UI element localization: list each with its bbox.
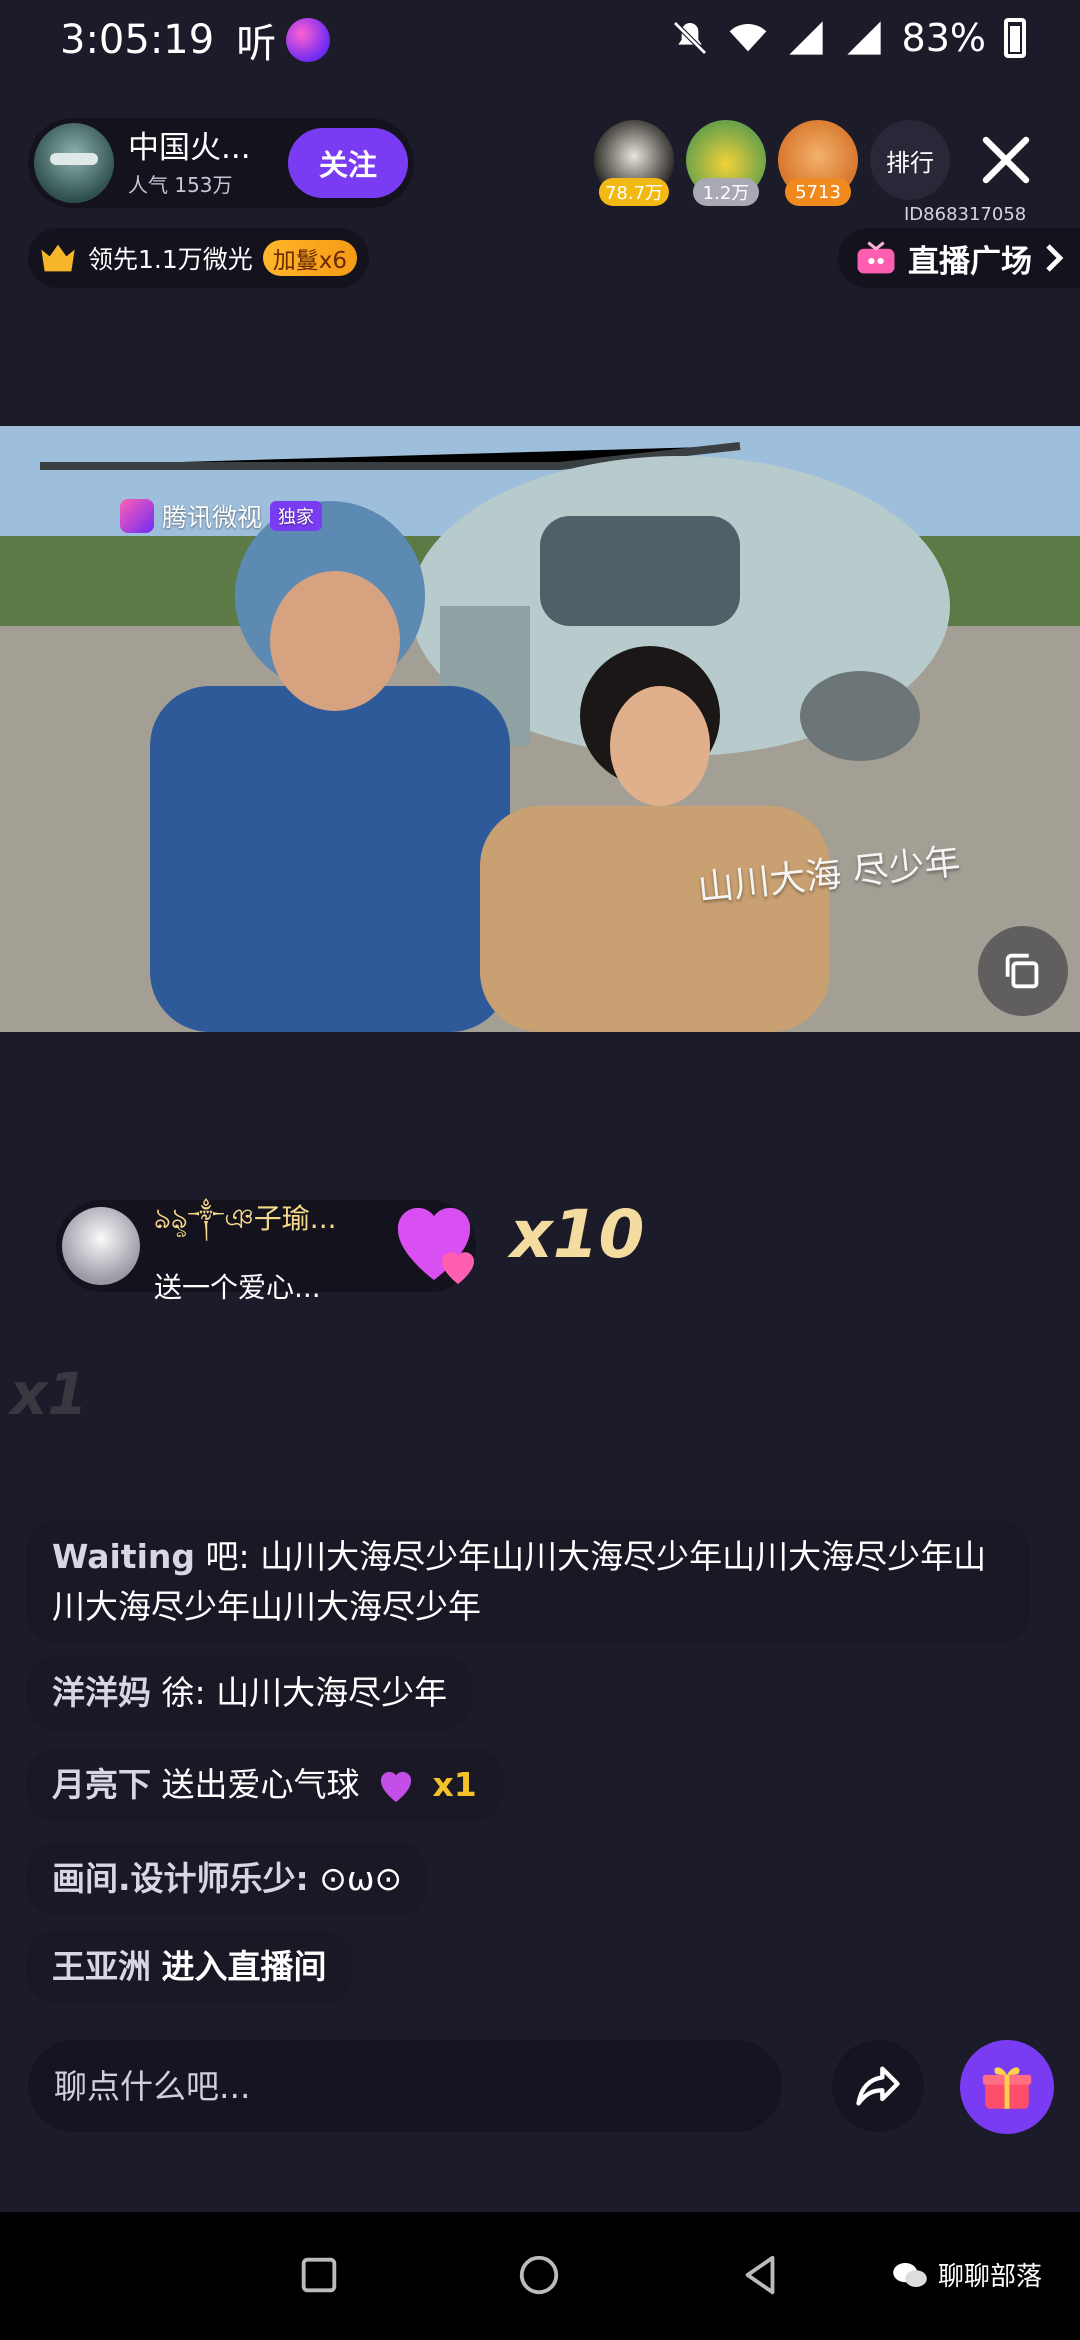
back-icon[interactable]: [738, 2252, 784, 2298]
tv-icon: [857, 241, 895, 274]
signal-icon: [788, 21, 823, 55]
chat-username: 画间.设计师乐少:: [52, 1859, 309, 1898]
follow-button[interactable]: 关注: [288, 128, 408, 198]
chat-gift-count: x1: [432, 1765, 477, 1804]
status-right: 83%: [670, 16, 1026, 60]
live-plaza-label: 直播广场: [908, 243, 1032, 280]
mute-icon: [672, 21, 707, 55]
anchor-popularity: 人气 153万: [128, 172, 233, 197]
top-viewer-avatar-2[interactable]: 1.2万: [686, 120, 766, 206]
rotate-icon: [1005, 953, 1039, 989]
app-notification-icon: [286, 18, 331, 62]
watermark-text: 腾讯微视: [162, 503, 263, 532]
chevron-right-icon: [1046, 244, 1064, 272]
chat-message: 王亚洲 进入直播间: [26, 1930, 353, 2004]
lead-text: 领先1.1万微光: [88, 245, 253, 274]
video-watermark: 腾讯微视 独家: [120, 498, 323, 534]
live-plaza-button[interactable]: 直播广场: [838, 228, 1080, 288]
boost-badge: 加鬘x6: [262, 240, 358, 276]
chat-input-pill[interactable]: [28, 2040, 782, 2132]
chat-text: 送出爱心气球: [161, 1765, 360, 1804]
battery-percent: 83%: [901, 16, 986, 60]
chat-username: 月亮下: [52, 1765, 151, 1804]
share-button[interactable]: [832, 2040, 924, 2132]
footer-brand-text: 聊聊部落: [937, 2262, 1042, 2292]
live-video[interactable]: 腾讯微视 独家 山川大海 尽少年: [0, 426, 1080, 1032]
status-ting-glyph: 听: [236, 21, 277, 67]
heart-balloon-icon: [380, 1771, 412, 1802]
lead-pill[interactable]: 领先1.1万微光 加鬘x6: [28, 228, 370, 288]
anchor-name: 中国火...: [128, 129, 251, 166]
footer-brand: 聊聊部落: [892, 2256, 1042, 2293]
chat-text: 进入直播间: [161, 1947, 327, 1986]
gift-icon: [982, 2067, 1032, 2109]
anchor-text: 中国火... 人气 153万: [128, 129, 288, 198]
chat-username: 洋洋妈: [52, 1673, 151, 1712]
signal-icon-2: [846, 21, 881, 55]
viewer-badge: 5713: [785, 178, 851, 206]
chat-bubble: Waiting 吧: 山川大海尽少年山川大海尽少年山川大海尽少年山川大海尽少年山…: [26, 1520, 1030, 1644]
chat-text: 徐: 山川大海尽少年: [161, 1673, 448, 1712]
faded-gift-count: x1: [10, 1360, 88, 1428]
gift-info: ঌৡ༒ঞ子瑜... 送一个爱心...: [154, 1187, 337, 1306]
anchor-info-pill[interactable]: 中国火... 人气 153万 关注: [28, 118, 414, 208]
chat-bubble: 月亮下 送出爱心气球 x1: [26, 1748, 503, 1822]
chat-username: Waiting: [52, 1537, 196, 1576]
chat-message: 月亮下 送出爱心气球 x1: [26, 1748, 503, 1822]
gift-button[interactable]: [960, 2040, 1054, 2134]
rotate-screen-button[interactable]: [978, 926, 1068, 1016]
gift-sender-avatar[interactable]: [62, 1207, 140, 1285]
crown-icon: [41, 244, 75, 272]
chat-bubble: 洋洋妈 徐: 山川大海尽少年: [26, 1656, 474, 1730]
heart-balloon-icon: [397, 1207, 475, 1284]
room-id: ID868317058: [904, 204, 1027, 225]
gift-count: x10: [510, 1196, 645, 1273]
share-icon: [856, 2066, 900, 2106]
battery-icon: [1004, 18, 1026, 58]
status-time: 3:05:19: [60, 17, 215, 63]
weishi-logo-icon: [120, 499, 154, 533]
system-nav-bar: 聊聊部落: [0, 2212, 1080, 2340]
chat-bubble: 王亚洲 进入直播间: [26, 1930, 353, 2004]
top-viewer-avatar-3[interactable]: 5713: [778, 120, 858, 206]
chat-message: 洋洋妈 徐: 山川大海尽少年: [26, 1656, 474, 1730]
close-icon[interactable]: [976, 130, 1036, 190]
viewer-badge: 78.7万: [598, 178, 670, 206]
viewer-badge: 1.2万: [693, 178, 759, 206]
anchor-avatar[interactable]: [34, 123, 114, 203]
top-viewer-avatar-1[interactable]: 78.7万: [594, 120, 674, 206]
chat-message: Waiting 吧: 山川大海尽少年山川大海尽少年山川大海尽少年山川大海尽少年山…: [26, 1520, 1030, 1644]
status-bar: 3:05:19 听 83%: [0, 0, 1080, 80]
chat-bubble: 画间.设计师乐少: ⊙ω⊙: [26, 1842, 429, 1916]
recent-apps-icon[interactable]: [296, 2252, 342, 2298]
chat-username: 王亚洲: [52, 1947, 151, 1986]
home-icon[interactable]: [516, 2252, 562, 2298]
gift-sender-name: ঌৡ༒ঞ子瑜...: [154, 1201, 337, 1235]
wechat-icon: [893, 2262, 927, 2287]
gift-description: 送一个爱心...: [154, 1270, 321, 1304]
chat-message: 画间.设计师乐少: ⊙ω⊙: [26, 1842, 429, 1916]
chat-input[interactable]: [54, 2066, 756, 2106]
watermark-tag: 独家: [270, 501, 323, 531]
rank-button[interactable]: 排行: [870, 120, 950, 200]
wifi-icon: [729, 24, 766, 52]
chat-text: ⊙ω⊙: [319, 1859, 403, 1898]
